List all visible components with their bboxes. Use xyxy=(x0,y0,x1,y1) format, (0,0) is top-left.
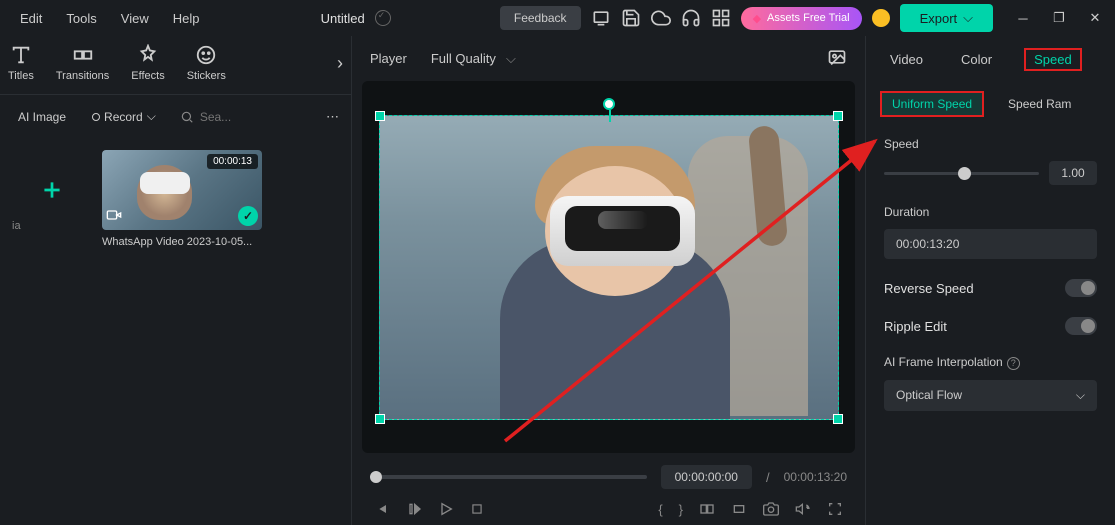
ai-frame-select[interactable]: Optical Flow⌵ xyxy=(884,380,1097,411)
ai-frame-label: AI Frame Interpolation xyxy=(884,355,1003,369)
properties-panel: Video Color Speed Uniform Speed Speed Ra… xyxy=(865,36,1115,525)
tab-effects[interactable]: Effects xyxy=(131,44,164,82)
tab-stickers[interactable]: Stickers xyxy=(187,44,226,82)
play-button[interactable] xyxy=(438,501,454,517)
assets-trial-button[interactable]: ◆Assets Free Trial xyxy=(741,7,862,30)
export-button[interactable]: Export⌵ xyxy=(900,4,993,32)
record-icon xyxy=(92,113,100,121)
menu-tools[interactable]: Tools xyxy=(54,5,108,32)
tab-titles[interactable]: Titles xyxy=(8,44,34,82)
quality-select[interactable]: Full Quality xyxy=(421,46,526,71)
player-panel: Player Full Quality xyxy=(352,36,865,525)
diamond-icon: ◆ xyxy=(753,12,761,25)
save-status-icon xyxy=(375,10,391,26)
snapshot-button[interactable] xyxy=(827,47,847,70)
ripple-edit-toggle[interactable] xyxy=(1065,317,1097,335)
device-icon[interactable] xyxy=(591,8,611,28)
speed-slider[interactable] xyxy=(884,172,1039,175)
cloud-icon[interactable] xyxy=(651,8,671,28)
tab-speed[interactable]: Speed xyxy=(1024,48,1082,71)
timeline-scrubber[interactable] xyxy=(370,475,647,479)
tab-transitions[interactable]: Transitions xyxy=(56,44,109,82)
preview-frame[interactable] xyxy=(379,115,839,420)
tab-color[interactable]: Color xyxy=(955,48,998,71)
minimize-button[interactable]: ─ xyxy=(1011,6,1035,30)
chevron-down-icon: ⌵ xyxy=(147,109,156,124)
speed-value[interactable]: 1.00 xyxy=(1049,161,1097,185)
resize-handle-br[interactable] xyxy=(833,414,843,424)
tab-speed-ramp[interactable]: Speed Ram xyxy=(996,91,1083,117)
grid-icon[interactable] xyxy=(711,8,731,28)
ai-image-button[interactable]: AI Image xyxy=(8,105,76,129)
chevron-down-icon: ⌵ xyxy=(963,10,973,26)
search-input[interactable] xyxy=(200,110,240,124)
media-name-label: WhatsApp Video 2023-10-05... xyxy=(102,236,262,248)
more-tabs-button[interactable]: › xyxy=(337,53,343,74)
fullscreen-button[interactable] xyxy=(827,501,843,517)
search-box[interactable] xyxy=(172,105,286,129)
speed-label: Speed xyxy=(884,137,1097,151)
player-label: Player xyxy=(370,51,407,66)
tab-video[interactable]: Video xyxy=(884,48,929,71)
menu-edit[interactable]: Edit xyxy=(8,5,54,32)
duration-badge: 00:00:13 xyxy=(207,154,258,169)
menu-help[interactable]: Help xyxy=(161,5,212,32)
compare-button[interactable] xyxy=(699,501,715,517)
save-icon[interactable] xyxy=(621,8,641,28)
reverse-speed-label: Reverse Speed xyxy=(884,281,974,296)
close-button[interactable]: ✕ xyxy=(1083,6,1107,30)
feedback-button[interactable]: Feedback xyxy=(500,6,581,30)
search-icon xyxy=(180,110,194,124)
volume-button[interactable] xyxy=(795,501,811,517)
record-button[interactable]: Record ⌵ xyxy=(82,104,166,129)
prev-frame-button[interactable] xyxy=(374,501,390,517)
play-pause-button[interactable] xyxy=(406,501,422,517)
mark-in-button[interactable]: { xyxy=(658,502,662,517)
add-media-button[interactable] xyxy=(12,150,92,230)
info-icon[interactable]: ? xyxy=(1007,357,1020,370)
total-time: 00:00:13:20 xyxy=(784,470,847,484)
document-title: Untitled xyxy=(321,11,365,26)
ripple-edit-label: Ripple Edit xyxy=(884,319,947,334)
tab-uniform-speed[interactable]: Uniform Speed xyxy=(880,91,984,117)
emoji-icon[interactable] xyxy=(872,9,890,27)
resize-handle-bl[interactable] xyxy=(375,414,385,424)
more-options-icon[interactable]: ⋯ xyxy=(322,105,343,129)
duration-label: Duration xyxy=(884,205,1097,219)
preview-area[interactable] xyxy=(362,81,855,453)
duration-input[interactable] xyxy=(884,229,1097,259)
snapshot-button-2[interactable] xyxy=(763,501,779,517)
headphones-icon[interactable] xyxy=(681,8,701,28)
chevron-down-icon: ⌵ xyxy=(1076,388,1085,403)
resize-handle-tl[interactable] xyxy=(375,111,385,121)
resize-handle-tr[interactable] xyxy=(833,111,843,121)
time-separator: / xyxy=(766,470,770,485)
used-check-icon xyxy=(238,206,258,226)
menu-view[interactable]: View xyxy=(109,5,161,32)
rotate-handle[interactable] xyxy=(603,98,615,110)
video-type-icon xyxy=(106,207,122,226)
current-time: 00:00:00:00 xyxy=(661,465,752,489)
filter-icon[interactable] xyxy=(292,103,316,130)
media-panel: Titles Transitions Effects Stickers › AI… xyxy=(0,36,352,525)
mark-out-button[interactable]: } xyxy=(679,502,683,517)
media-clip[interactable]: 00:00:13 WhatsApp Video 2023-10-05... xyxy=(102,150,262,248)
crop-button[interactable] xyxy=(731,501,747,517)
reverse-speed-toggle[interactable] xyxy=(1065,279,1097,297)
stop-button[interactable] xyxy=(470,502,484,516)
maximize-button[interactable]: ❐ xyxy=(1047,6,1071,30)
